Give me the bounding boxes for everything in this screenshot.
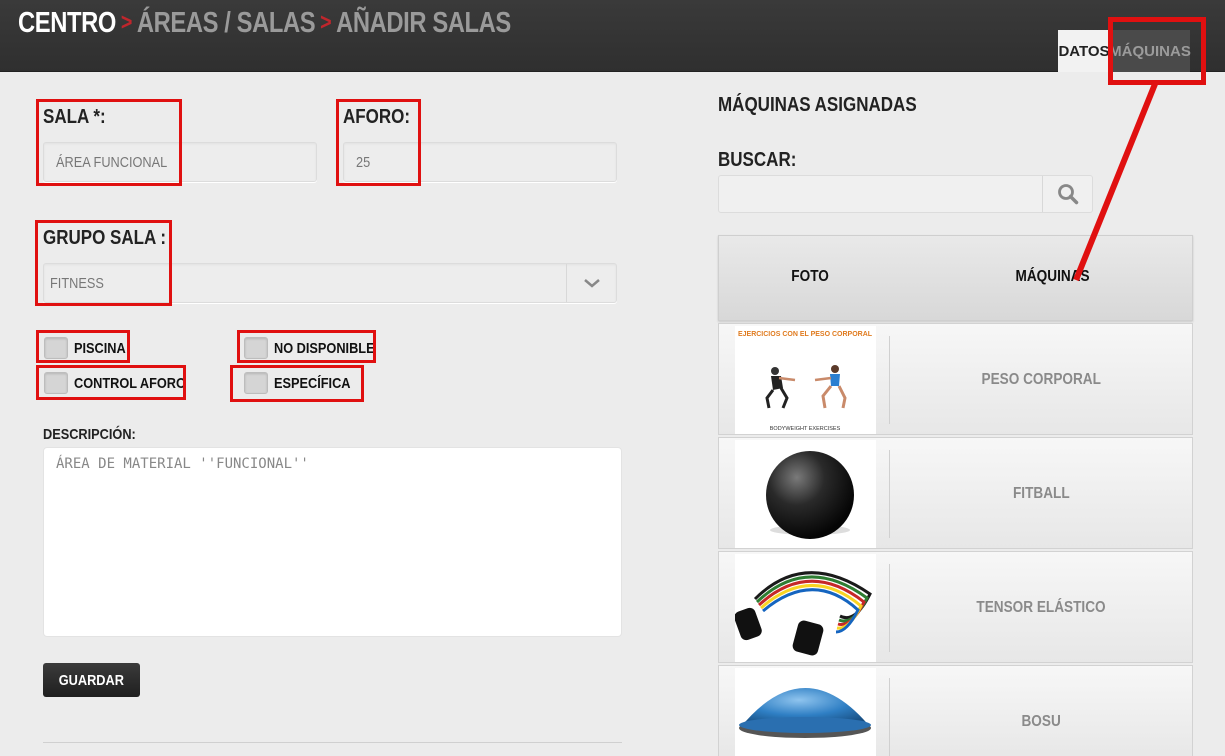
grupo-sala-label: GRUPO SALA : — [43, 227, 167, 249]
tab-maquinas-label: MÁQUINAS — [1109, 42, 1191, 60]
descripcion-textarea[interactable]: ÁREA DE MATERIAL ''FUNCIONAL'' — [43, 447, 622, 637]
chevron-down-icon[interactable] — [566, 264, 616, 302]
no-disponible-checkbox[interactable]: NO DISPONIBLE — [244, 337, 392, 359]
piscina-checkbox[interactable]: PISCINA — [44, 337, 135, 359]
piscina-label: PISCINA — [74, 339, 126, 357]
sala-input[interactable]: ÁREA FUNCIONAL — [43, 142, 317, 182]
especifica-label: ESPECÍFICA — [274, 374, 351, 392]
breadcrumb-areas-salas[interactable]: ÁREAS / SALAS — [137, 7, 316, 40]
table-row[interactable]: FITBALL — [718, 437, 1193, 549]
search-input[interactable] — [718, 175, 1093, 213]
machine-name: BOSU — [1021, 713, 1062, 730]
breadcrumb-home[interactable]: CENTRO — [18, 7, 116, 40]
column-foto: FOTO — [791, 268, 829, 285]
no-disponible-checkbox-box[interactable] — [244, 337, 268, 359]
tab-maquinas[interactable]: MÁQUINAS — [1109, 30, 1191, 72]
table-row[interactable]: TENSOR ELÁSTICO — [718, 551, 1193, 663]
especifica-checkbox-box[interactable] — [244, 372, 268, 394]
peso-corporal-thumbnail: EJERCICIOS CON EL PESO CORPORAL BODYWEIG… — [735, 326, 876, 434]
aforo-value: 25 — [356, 153, 371, 171]
row-divider — [889, 336, 890, 424]
tab-datos-label: DATOS — [1058, 42, 1110, 60]
tab-bar: DATOS MÁQUINAS — [1058, 30, 1191, 72]
table-row[interactable]: EJERCICIOS CON EL PESO CORPORAL BODYWEIG… — [718, 323, 1193, 435]
machine-name: FITBALL — [1013, 485, 1070, 502]
row-divider — [889, 564, 890, 652]
grupo-sala-select[interactable]: FITNESS — [43, 263, 617, 303]
machine-name: PESO CORPORAL — [981, 371, 1102, 388]
row-divider — [889, 678, 890, 756]
descripcion-value: ÁREA DE MATERIAL ''FUNCIONAL'' — [56, 456, 309, 472]
fitball-thumbnail — [735, 440, 876, 548]
svg-text:EJERCICIOS CON EL PESO CORPORA: EJERCICIOS CON EL PESO CORPORAL — [738, 331, 873, 338]
breadcrumb: CENTRO > ÁREAS / SALAS > AÑADIR SALAS — [18, 6, 511, 40]
sala-label: SALA *: — [43, 106, 106, 128]
table-row[interactable]: BOSU — [718, 665, 1193, 756]
piscina-checkbox-box[interactable] — [44, 337, 68, 359]
column-maquinas[interactable]: MÁQUINAS — [1009, 268, 1096, 286]
breadcrumb-separator-icon: > — [120, 9, 132, 36]
breadcrumb-separator-icon: > — [320, 9, 332, 36]
control-aforo-checkbox[interactable]: CONTROL AFORO — [44, 372, 206, 394]
no-disponible-label: NO DISPONIBLE — [274, 339, 375, 357]
especifica-checkbox[interactable]: ESPECÍFICA — [244, 372, 364, 394]
maquinas-asignadas-title: MÁQUINAS ASIGNADAS — [718, 94, 917, 116]
aforo-input[interactable]: 25 — [343, 142, 617, 182]
grupo-sala-value: FITNESS — [50, 274, 104, 292]
tensor-elastico-thumbnail — [735, 554, 876, 662]
breadcrumb-anadir-salas: AÑADIR SALAS — [336, 6, 511, 39]
buscar-label: BUSCAR: — [718, 149, 797, 171]
machines-table-header: FOTO MÁQUINAS — [718, 235, 1193, 321]
bosu-thumbnail — [735, 668, 876, 756]
svg-text:BODYWEIGHT EXERCISES: BODYWEIGHT EXERCISES — [770, 426, 841, 432]
row-divider — [889, 450, 890, 538]
search-icon[interactable] — [1042, 176, 1092, 212]
guardar-button[interactable]: GUARDAR — [43, 663, 140, 697]
divider — [43, 742, 622, 743]
sala-value: ÁREA FUNCIONAL — [56, 153, 168, 171]
top-header: CENTRO > ÁREAS / SALAS > AÑADIR SALAS DA… — [0, 0, 1225, 72]
machine-name: TENSOR ELÁSTICO — [976, 599, 1107, 616]
descripcion-label: DESCRIPCIÓN: — [43, 426, 136, 443]
tab-datos[interactable]: DATOS — [1058, 30, 1110, 72]
control-aforo-label: CONTROL AFORO — [74, 374, 186, 392]
control-aforo-checkbox-box[interactable] — [44, 372, 68, 394]
aforo-label: AFORO: — [343, 106, 411, 128]
guardar-label: GUARDAR — [58, 671, 125, 689]
